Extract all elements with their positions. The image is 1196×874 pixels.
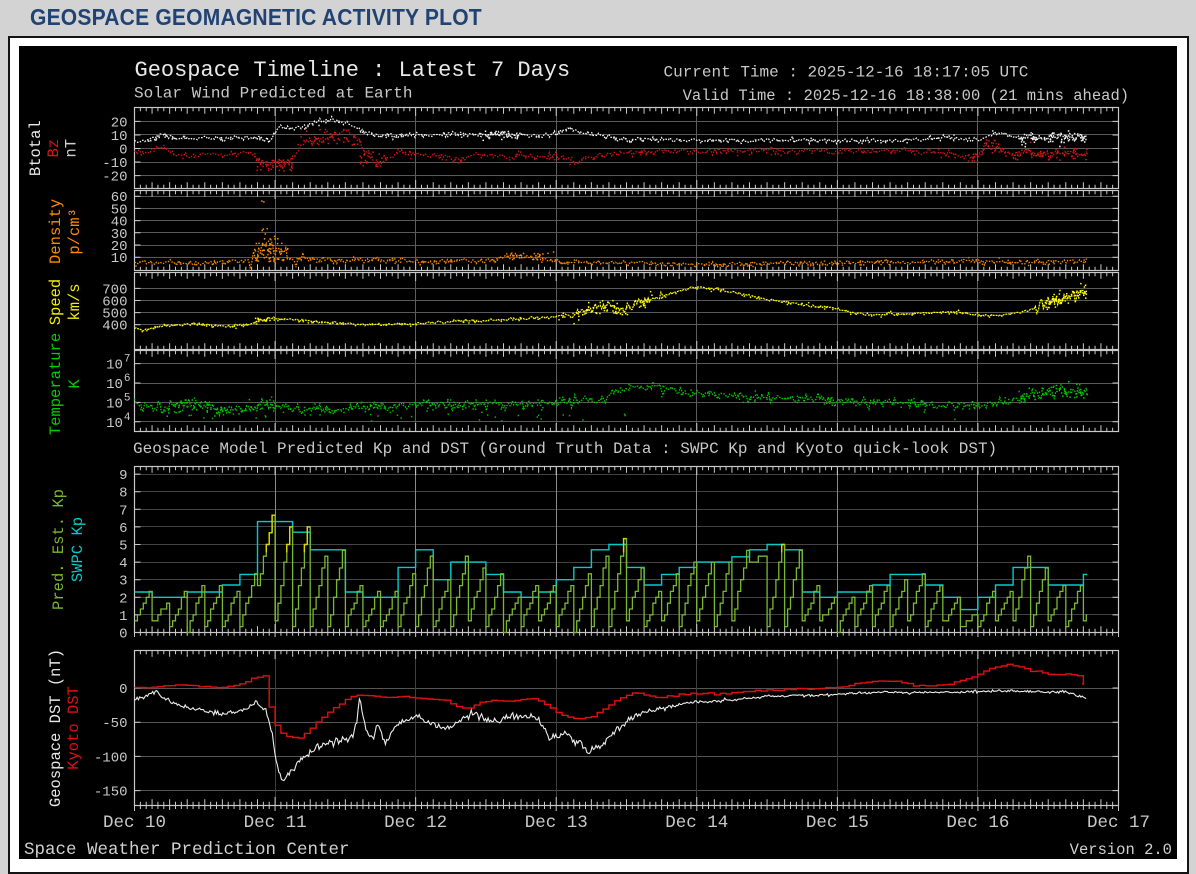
svg-text:3: 3 — [119, 574, 127, 590]
svg-text:Bz: Bz — [45, 139, 63, 158]
svg-text:Density: Density — [47, 199, 65, 264]
svg-text:-100: -100 — [94, 750, 128, 766]
svg-text:0: 0 — [119, 682, 127, 698]
svg-text:Space Weather Prediction Cente: Space Weather Prediction Center — [24, 840, 350, 859]
svg-text:-150: -150 — [94, 785, 128, 801]
svg-text:4: 4 — [119, 556, 127, 572]
svg-text:-50: -50 — [102, 716, 127, 732]
svg-text:Geospace Model Predicted Kp an: Geospace Model Predicted Kp and DST (Gro… — [133, 440, 997, 458]
svg-text:Dec 13: Dec 13 — [525, 813, 588, 833]
svg-text:Temperature: Temperature — [47, 333, 65, 435]
svg-text:Dec 15: Dec 15 — [806, 813, 869, 833]
svg-text:Current Time : 2025-12-16 18:1: Current Time : 2025-12-16 18:17:05 UTC — [664, 64, 1029, 82]
svg-text:7: 7 — [119, 503, 127, 519]
svg-text:8: 8 — [119, 486, 127, 502]
svg-text:2: 2 — [119, 591, 127, 607]
svg-text:-20: -20 — [102, 170, 127, 186]
svg-text:Dec 10: Dec 10 — [103, 813, 166, 833]
svg-text:Dec 12: Dec 12 — [384, 813, 447, 833]
svg-text:Geospace Timeline : Latest 7 D: Geospace Timeline : Latest 7 Days — [135, 58, 571, 83]
svg-text:Dec 14: Dec 14 — [665, 813, 728, 833]
svg-text:5: 5 — [119, 539, 127, 555]
svg-text:Speed: Speed — [47, 279, 65, 326]
svg-text:Solar Wind Predicted at Earth: Solar Wind Predicted at Earth — [134, 85, 412, 103]
svg-text:km/s: km/s — [66, 283, 84, 320]
svg-text:10: 10 — [111, 251, 128, 267]
svg-text:Geospace DST (nT): Geospace DST (nT) — [47, 649, 65, 807]
svg-text:Kyoto DST: Kyoto DST — [65, 686, 83, 770]
svg-text:Dec 16: Dec 16 — [946, 813, 1009, 833]
svg-text:Btotal: Btotal — [27, 120, 45, 176]
svg-text:1: 1 — [119, 609, 127, 625]
svg-text:9: 9 — [119, 468, 127, 484]
svg-text:0: 0 — [119, 627, 127, 643]
svg-text:p/cm³: p/cm³ — [66, 208, 84, 255]
svg-text:Version 2.0: Version 2.0 — [1070, 841, 1172, 859]
svg-text:6: 6 — [119, 521, 127, 537]
svg-text:Dec 17: Dec 17 — [1087, 813, 1150, 833]
svg-text:SWPC Kp: SWPC Kp — [69, 517, 87, 582]
svg-text:Pred. Est. Kp: Pred. Est. Kp — [50, 489, 68, 610]
svg-text:Dec 11: Dec 11 — [244, 813, 307, 833]
svg-text:nT: nT — [63, 139, 81, 158]
svg-text:K: K — [66, 379, 84, 389]
svg-text:Valid Time : 2025-12-16 18:38:: Valid Time : 2025-12-16 18:38:00 (21 min… — [683, 87, 1129, 105]
svg-text:400: 400 — [102, 319, 127, 335]
